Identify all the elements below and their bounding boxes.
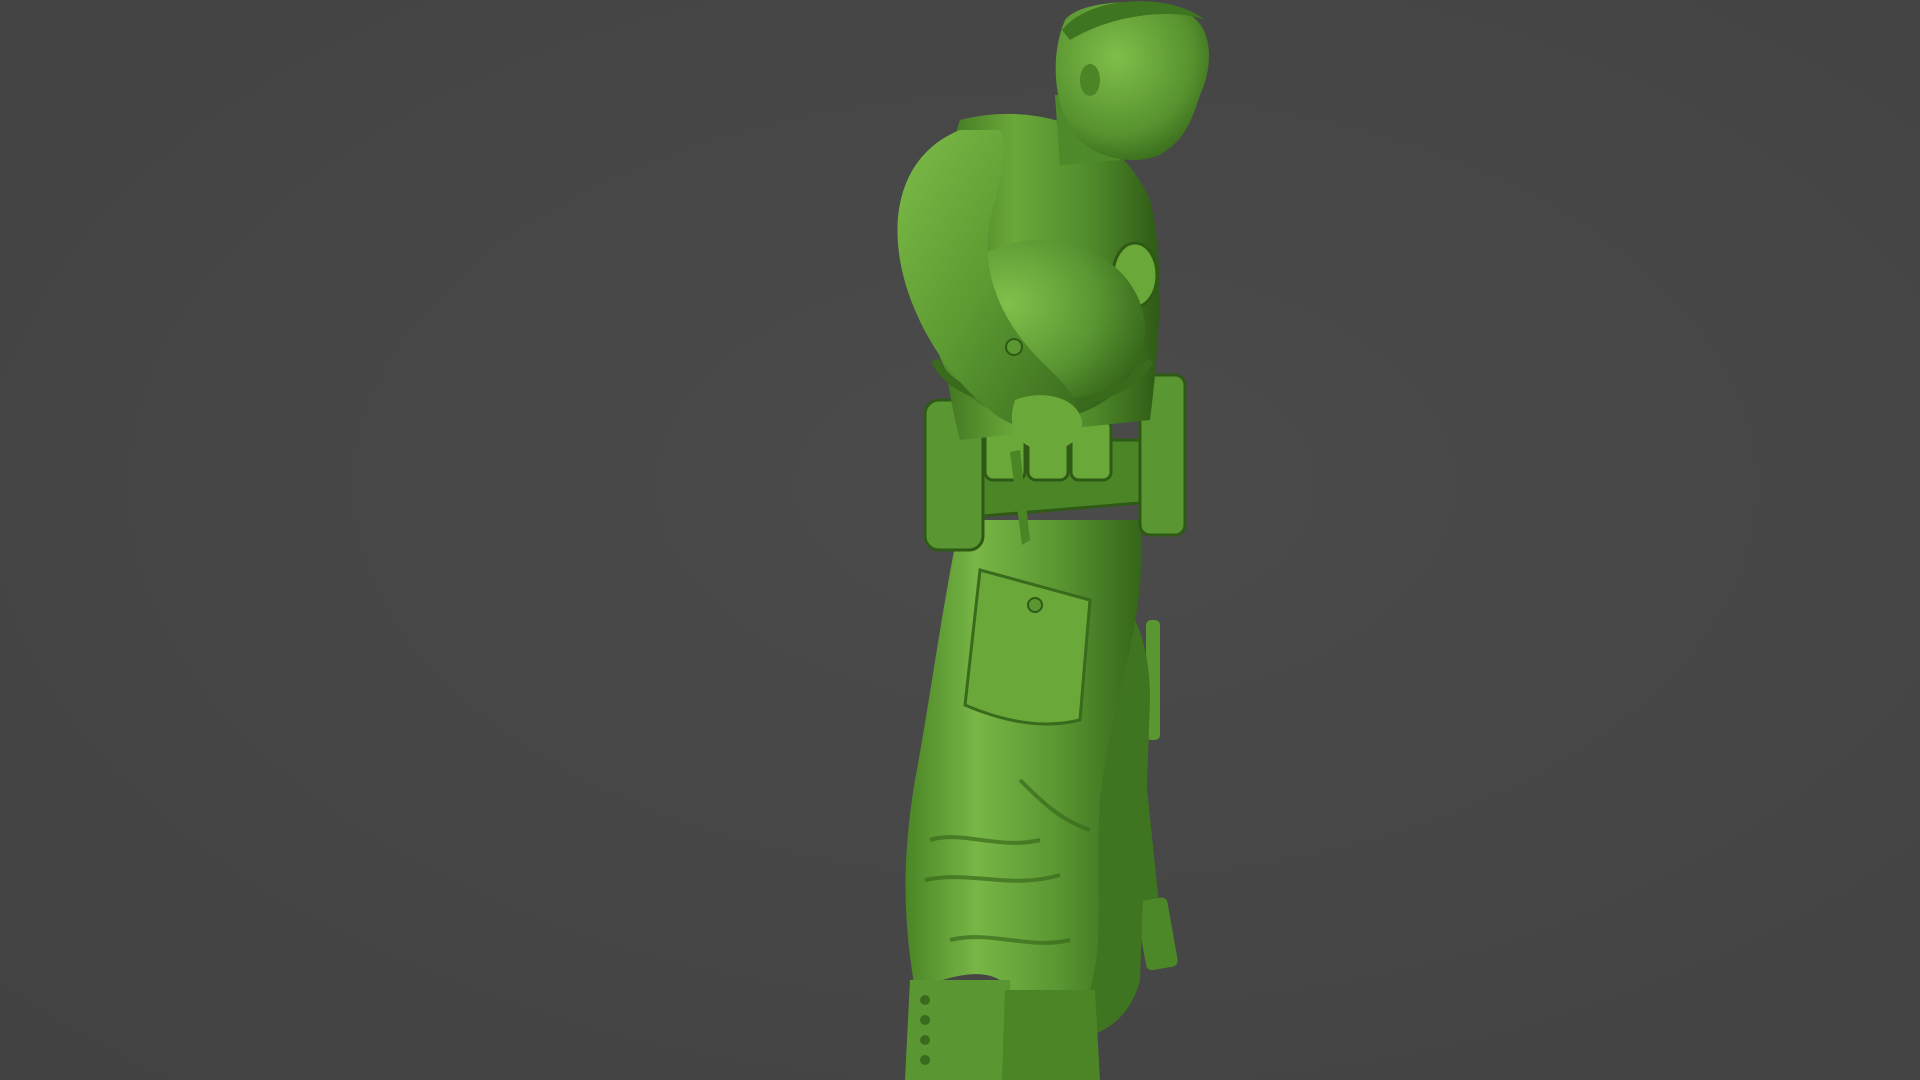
3d-viewport[interactable] bbox=[0, 0, 1920, 1080]
boot-right-shape bbox=[1002, 990, 1100, 1080]
soldier-figure-model bbox=[897, 1, 1210, 1080]
boot-left-shape bbox=[905, 980, 1015, 1080]
